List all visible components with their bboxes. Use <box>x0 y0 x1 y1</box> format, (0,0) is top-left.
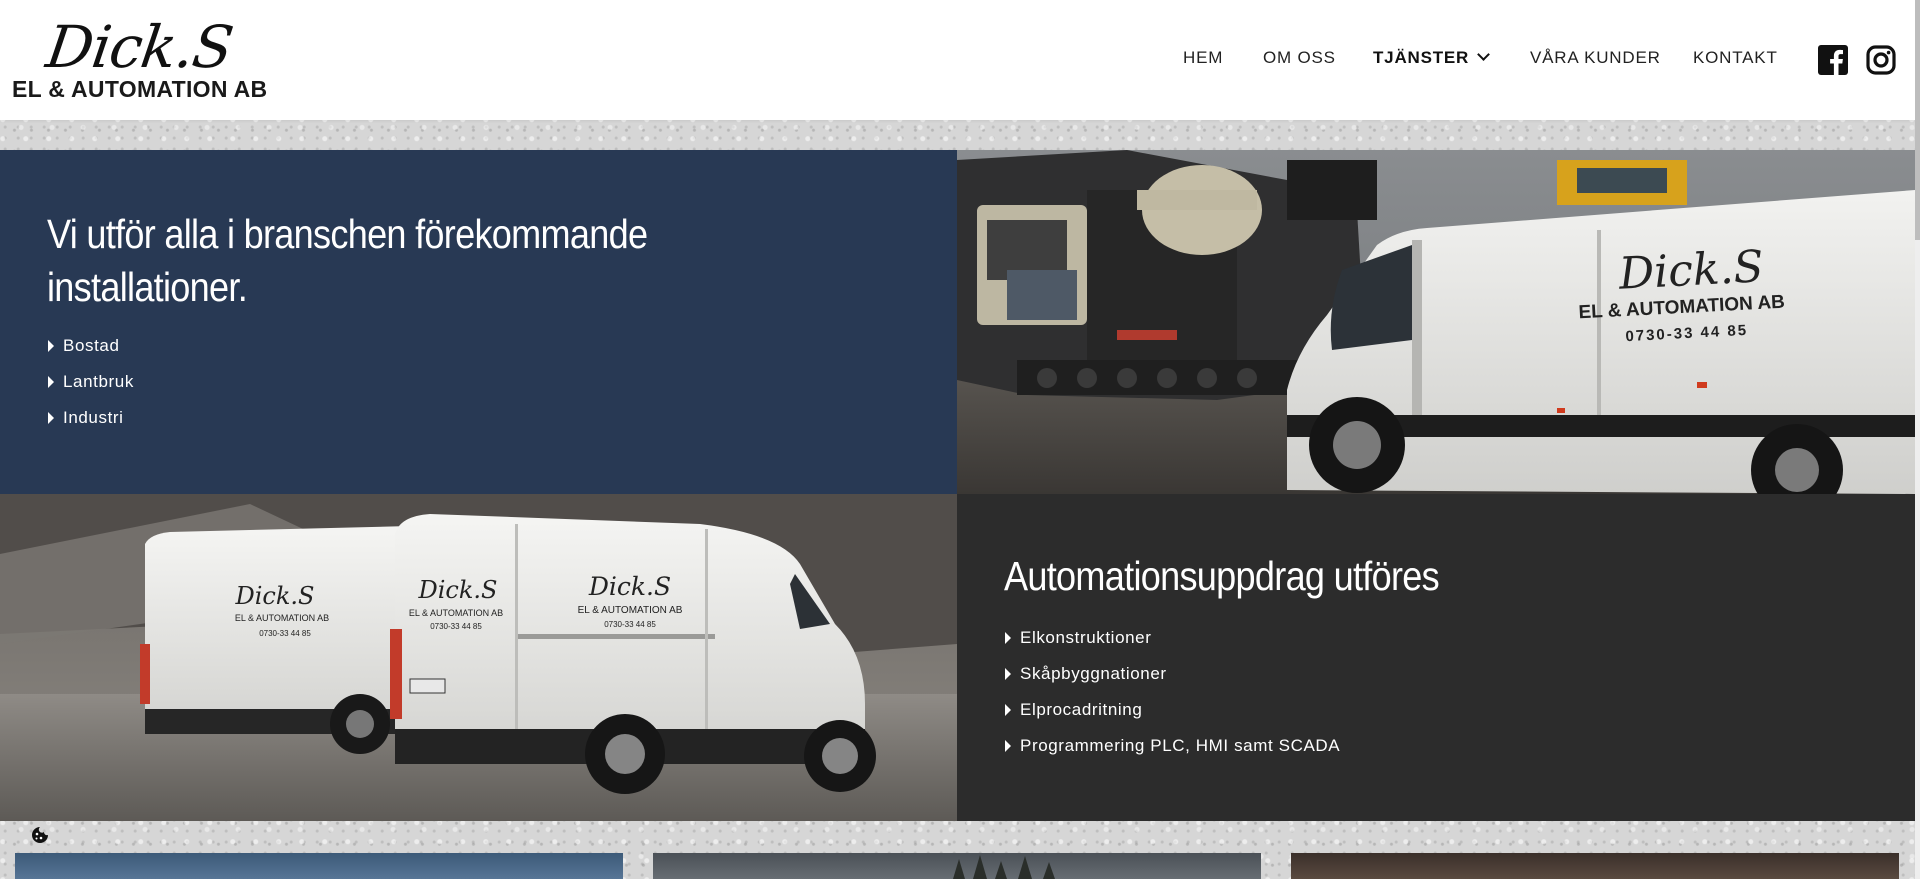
scrollbar-thumb[interactable] <box>1915 0 1920 240</box>
site-header: Dick.S EL & AUTOMATION AB HEM OM OSS TJÄ… <box>0 0 1915 120</box>
automation-list: Elkonstruktioner Skåpbyggnationer Elproc… <box>1004 628 1340 772</box>
list-item: Elprocadritning <box>1004 700 1340 736</box>
installations-panel: Vi utför alla i branschen förekommande i… <box>0 150 957 494</box>
installations-list: Bostad Lantbruk Industri <box>47 336 134 444</box>
nav-item-hem[interactable]: HEM <box>1183 48 1223 68</box>
page-scrollbar[interactable] <box>1915 0 1920 879</box>
cookie-icon[interactable] <box>30 825 50 845</box>
nav-item-tjanster[interactable]: TJÄNSTER <box>1373 48 1491 68</box>
nav-item-om-oss[interactable]: OM OSS <box>1263 48 1336 68</box>
van-logo-text: Dick.S <box>235 582 315 610</box>
brand-logo[interactable]: Dick.S EL & AUTOMATION AB <box>12 13 282 104</box>
thumbnail-card[interactable] <box>653 853 1261 879</box>
thumbnail-card[interactable] <box>1291 853 1899 879</box>
automation-heading: Automationsuppdrag utföres <box>1004 553 1440 599</box>
van-phone-text: 0730-33 44 85 <box>430 622 482 631</box>
installations-heading: Vi utför alla i branschen förekommande i… <box>47 211 648 310</box>
list-item: Skåpbyggnationer <box>1004 664 1340 700</box>
van-logo-text: Dick.S <box>588 572 671 601</box>
nav-item-vara-kunder[interactable]: VÅRA KUNDER <box>1530 48 1661 68</box>
chevron-down-icon <box>1477 48 1491 61</box>
automation-panel: Automationsuppdrag utföres Elkonstruktio… <box>957 494 1915 821</box>
nav-item-tjanster-label: TJÄNSTER <box>1373 48 1470 67</box>
van-phone-text: 0730-33 44 85 <box>259 629 311 638</box>
van-logo-text: Dick.S <box>1617 241 1765 300</box>
photo-vans-quarry: Dick.S EL & AUTOMATION AB 0730-33 44 85 … <box>0 494 957 821</box>
list-item: Elkonstruktioner <box>1004 628 1340 664</box>
van-company-text: EL & AUTOMATION AB <box>409 608 503 618</box>
list-item: Industri <box>47 408 134 444</box>
thumbnail-card[interactable] <box>15 853 623 879</box>
van-logo-text: Dick.S <box>418 576 498 604</box>
list-item: Bostad <box>47 336 134 372</box>
list-item: Programmering PLC, HMI samt SCADA <box>1004 736 1340 772</box>
nav-item-kontakt[interactable]: KONTAKT <box>1693 48 1778 68</box>
photo-van-crusher: Dick.S EL & AUTOMATION AB 0730-33 44 85 <box>957 150 1915 494</box>
facebook-icon[interactable] <box>1818 45 1848 75</box>
list-item: Lantbruk <box>47 372 134 408</box>
logo-script-text: Dick.S <box>42 13 237 81</box>
instagram-icon[interactable] <box>1866 45 1896 75</box>
van-phone-text: 0730-33 44 85 <box>604 620 656 629</box>
logo-subtitle: EL & AUTOMATION AB <box>12 76 268 102</box>
van-company-text: EL & AUTOMATION AB <box>578 605 683 616</box>
van-company-text: EL & AUTOMATION AB <box>235 613 329 623</box>
